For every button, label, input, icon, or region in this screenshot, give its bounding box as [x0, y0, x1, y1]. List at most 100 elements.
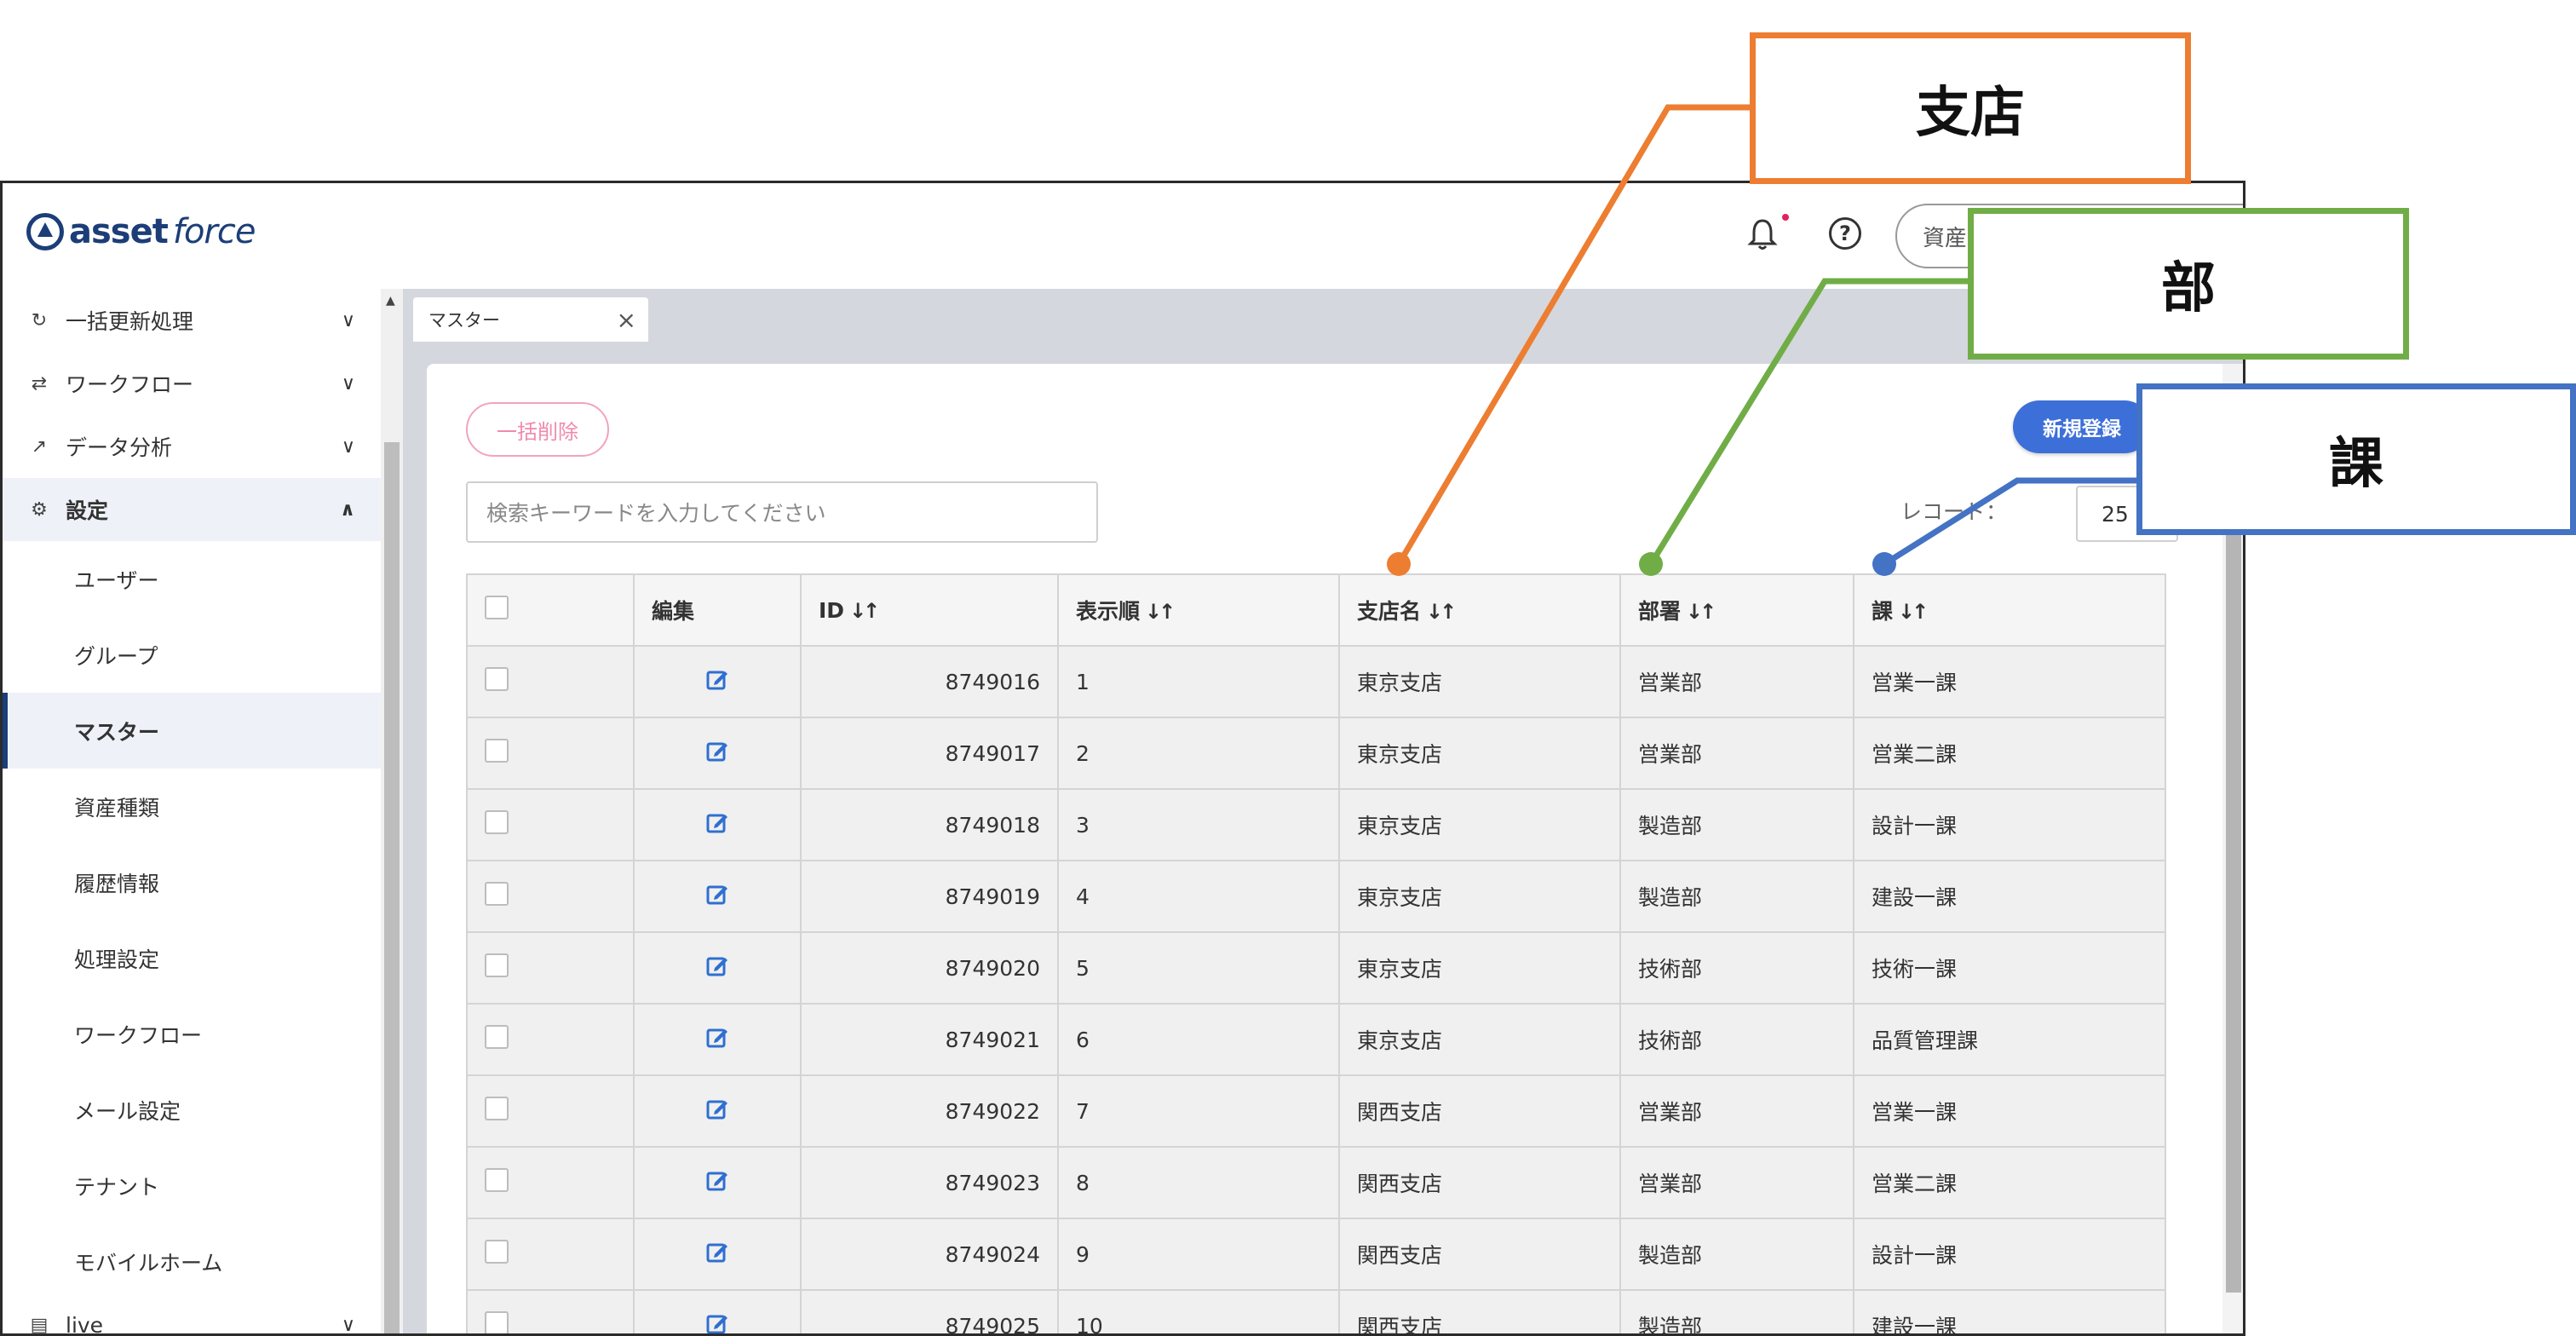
table-row[interactable]: 874902510関西支店製造部建設一課 — [467, 1290, 2165, 1336]
bell-icon[interactable] — [1747, 217, 1778, 259]
edit-icon[interactable] — [705, 1097, 729, 1120]
cell-dept: 営業部 — [1620, 1075, 1854, 1147]
edit-icon[interactable] — [705, 739, 729, 763]
table-row[interactable]: 87490161東京支店営業部営業一課 — [467, 646, 2165, 717]
sidebar-item-mobile-home[interactable]: モバイルホーム — [3, 1224, 381, 1299]
table-row[interactable]: 87490183東京支店製造部設計一課 — [467, 789, 2165, 861]
sidebar-item-settings[interactable]: ⚙ 設定 ∧ — [3, 478, 381, 541]
sidebar-item-asset-types[interactable]: 資産種類 — [3, 769, 381, 844]
annotation-dept: 部 — [1968, 208, 2409, 360]
sidebar-item-live[interactable]: ▤ live ∨ — [3, 1299, 381, 1336]
checkbox[interactable] — [485, 1311, 509, 1335]
row-checkbox-cell[interactable] — [467, 1004, 634, 1075]
row-edit-cell[interactable] — [634, 1004, 801, 1075]
bulk-delete-button[interactable]: 一括削除 — [466, 402, 609, 457]
close-icon[interactable]: × — [617, 306, 636, 334]
cell-order: 10 — [1058, 1290, 1339, 1336]
table-row[interactable]: 87490205東京支店技術部技術一課 — [467, 932, 2165, 1004]
edit-icon[interactable] — [705, 1240, 729, 1264]
sort-icon[interactable]: ↓↑ — [1145, 600, 1172, 624]
edit-icon[interactable] — [705, 1168, 729, 1192]
edit-icon[interactable] — [705, 667, 729, 691]
row-edit-cell[interactable] — [634, 1147, 801, 1218]
edit-icon[interactable] — [705, 953, 729, 977]
checkbox[interactable] — [485, 953, 509, 977]
row-edit-cell[interactable] — [634, 1218, 801, 1290]
checkbox[interactable] — [485, 739, 509, 763]
checkbox[interactable] — [485, 667, 509, 691]
checkbox[interactable] — [485, 1240, 509, 1264]
checkbox[interactable] — [485, 596, 509, 619]
sidebar-scroll-thumb[interactable] — [384, 442, 400, 1336]
sidebar-item-tenant[interactable]: テナント — [3, 1148, 381, 1224]
sidebar-item-bulk-update[interactable]: ↻ 一括更新処理 ∨ — [3, 289, 381, 352]
sidebar-item-label: live — [66, 1313, 342, 1336]
row-checkbox-cell[interactable] — [467, 646, 634, 717]
checkbox[interactable] — [485, 810, 509, 834]
new-register-button[interactable]: 新規登録 — [2013, 400, 2151, 453]
sidebar-scrollbar[interactable]: ▲ — [381, 289, 403, 1336]
row-checkbox-cell[interactable] — [467, 1218, 634, 1290]
master-table: 編集 ID↓↑ 表示順↓↑ 支店名↓↑ 部署↓↑ 課↓↑ 87490161東京支… — [466, 573, 2166, 1336]
table-row[interactable]: 87490194東京支店製造部建設一課 — [467, 861, 2165, 932]
edit-icon[interactable] — [705, 810, 729, 834]
row-edit-cell[interactable] — [634, 1075, 801, 1147]
edit-icon[interactable] — [705, 1025, 729, 1049]
sort-icon[interactable]: ↓↑ — [1426, 600, 1453, 624]
cell-order: 3 — [1058, 789, 1339, 861]
cell-dept: 営業部 — [1620, 717, 1854, 789]
header-dept[interactable]: 部署↓↑ — [1620, 574, 1854, 646]
row-edit-cell[interactable] — [634, 717, 801, 789]
cell-branch: 関西支店 — [1339, 1075, 1620, 1147]
table-row[interactable]: 87490238関西支店営業部営業二課 — [467, 1147, 2165, 1218]
sidebar-item-history[interactable]: 履歴情報 — [3, 844, 381, 920]
sidebar-item-processing[interactable]: 処理設定 — [3, 920, 381, 996]
row-edit-cell[interactable] — [634, 1290, 801, 1336]
header-select-all[interactable] — [467, 574, 634, 646]
checkbox[interactable] — [485, 1025, 509, 1049]
row-edit-cell[interactable] — [634, 646, 801, 717]
row-checkbox-cell[interactable] — [467, 932, 634, 1004]
row-edit-cell[interactable] — [634, 932, 801, 1004]
sidebar-item-analytics[interactable]: ↗ データ分析 ∨ — [3, 415, 381, 478]
sidebar-item-workflow-settings[interactable]: ワークフロー — [3, 996, 381, 1072]
header-order[interactable]: 表示順↓↑ — [1058, 574, 1339, 646]
tab-master[interactable]: マスター × — [413, 297, 648, 342]
checkbox[interactable] — [485, 1097, 509, 1120]
logo[interactable]: asset force — [26, 212, 255, 251]
row-edit-cell[interactable] — [634, 789, 801, 861]
row-edit-cell[interactable] — [634, 861, 801, 932]
edit-icon[interactable] — [705, 882, 729, 906]
sort-icon[interactable]: ↓↑ — [1686, 600, 1713, 624]
table-row[interactable]: 87490216東京支店技術部品質管理課 — [467, 1004, 2165, 1075]
sort-icon[interactable]: ↓↑ — [849, 599, 877, 623]
checkbox[interactable] — [485, 882, 509, 906]
row-checkbox-cell[interactable] — [467, 1147, 634, 1218]
row-checkbox-cell[interactable] — [467, 1075, 634, 1147]
edit-icon[interactable] — [705, 1311, 729, 1335]
row-checkbox-cell[interactable] — [467, 1290, 634, 1336]
cell-branch: 関西支店 — [1339, 1147, 1620, 1218]
help-icon[interactable]: ? — [1829, 217, 1861, 250]
header-id[interactable]: ID↓↑ — [801, 574, 1058, 646]
search-input[interactable]: 検索キーワードを入力してください — [466, 481, 1098, 543]
logo-mark-icon — [26, 213, 64, 250]
row-checkbox-cell[interactable] — [467, 789, 634, 861]
checkbox[interactable] — [485, 1168, 509, 1192]
header-branch[interactable]: 支店名↓↑ — [1339, 574, 1620, 646]
table-row[interactable]: 87490249関西支店製造部設計一課 — [467, 1218, 2165, 1290]
table-row[interactable]: 87490172東京支店営業部営業二課 — [467, 717, 2165, 789]
sidebar-item-mail-settings[interactable]: メール設定 — [3, 1072, 381, 1148]
row-checkbox-cell[interactable] — [467, 861, 634, 932]
cell-section: 建設一課 — [1854, 1290, 2165, 1336]
sidebar-item-groups[interactable]: グループ — [3, 617, 381, 693]
sidebar-item-users[interactable]: ユーザー — [3, 541, 381, 617]
header-section[interactable]: 課↓↑ — [1854, 574, 2165, 646]
scroll-up-icon[interactable]: ▲ — [386, 294, 395, 308]
table-row[interactable]: 87490227関西支店営業部営業一課 — [467, 1075, 2165, 1147]
row-checkbox-cell[interactable] — [467, 717, 634, 789]
sidebar-item-master[interactable]: マスター — [3, 693, 381, 769]
annotation-branch: 支店 — [1750, 32, 2191, 184]
sort-icon[interactable]: ↓↑ — [1898, 600, 1925, 624]
sidebar-item-workflow[interactable]: ⇄ ワークフロー ∨ — [3, 352, 381, 415]
